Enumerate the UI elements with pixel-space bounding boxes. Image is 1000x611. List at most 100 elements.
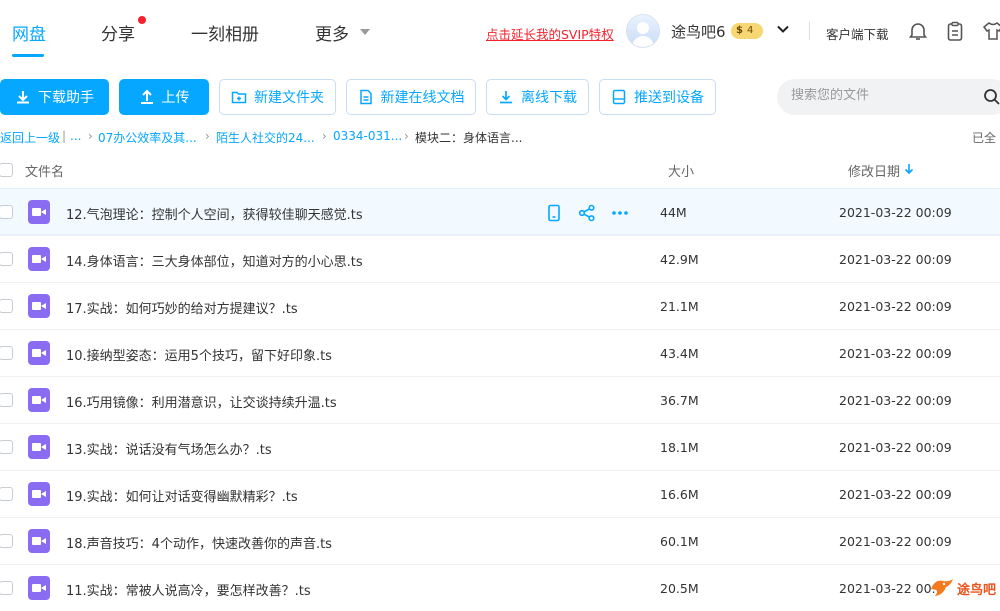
select-all-checkbox[interactable] <box>0 163 13 177</box>
breadcrumb-separator: › <box>88 129 93 143</box>
video-file-icon <box>28 482 50 506</box>
new-folder-label: 新建文件夹 <box>254 90 324 106</box>
file-row[interactable]: 17.实战：如何巧妙的给对方提建议？.ts 21.1M 2021-03-22 0… <box>0 282 1000 329</box>
breadcrumb-back[interactable]: 返回上一级 <box>0 129 60 146</box>
breadcrumb-item-3[interactable]: 0334-031... <box>333 129 402 143</box>
breadcrumb-separator: › <box>404 129 409 143</box>
file-name[interactable]: 19.实战：如何让对话变得幽默精彩？.ts <box>66 486 298 505</box>
sort-desc-icon[interactable] <box>904 163 914 175</box>
column-name-header[interactable]: 文件名 <box>25 161 64 180</box>
row-checkbox[interactable] <box>0 252 13 266</box>
file-size: 16.6M <box>660 487 699 502</box>
search-icon[interactable] <box>983 88 1000 106</box>
send-to-device-icon[interactable] <box>544 203 564 223</box>
file-date: 2021-03-22 00:09 <box>839 205 952 220</box>
video-file-icon <box>28 341 50 365</box>
shirt-icon[interactable] <box>982 20 1000 42</box>
breadcrumb-current: 模块二：身体语言... <box>415 131 523 145</box>
video-file-icon <box>28 200 50 224</box>
upload-label: 上传 <box>161 90 190 106</box>
client-download-link[interactable]: 客户端下载 <box>826 24 889 43</box>
file-name[interactable]: 13.实战：说话没有气场怎么办？.ts <box>66 439 272 458</box>
file-date: 2021-03-22 00:09 <box>839 252 952 267</box>
row-checkbox[interactable] <box>0 346 13 360</box>
new-online-doc-label: 新建在线文档 <box>380 90 465 106</box>
top-navigation: 网盘 分享 一刻相册 更多 点击延长我的SVIP特权 途鸟吧6 $4 客户端下载 <box>0 0 1000 64</box>
file-date: 2021-03-22 00:09 <box>839 487 952 502</box>
breadcrumb-divider: | <box>62 129 67 143</box>
new-folder-button[interactable]: 新建文件夹 <box>219 79 336 115</box>
file-row[interactable]: 10.接纳型姿态：运用5个技巧，留下好印象.ts 43.4M 2021-03-2… <box>0 329 1000 376</box>
bell-icon[interactable] <box>907 20 929 42</box>
video-file-icon <box>28 576 50 600</box>
breadcrumb-separator: › <box>205 129 210 143</box>
username[interactable]: 途鸟吧6 <box>671 21 726 42</box>
chevron-down-icon[interactable] <box>776 22 790 36</box>
download-icon <box>17 91 29 104</box>
device-icon <box>612 89 626 105</box>
search-box <box>777 79 1000 115</box>
file-name[interactable]: 10.接纳型姿态：运用5个技巧，留下好印象.ts <box>66 345 332 364</box>
row-checkbox[interactable] <box>0 205 13 219</box>
toolbar: 下载助手 上传 新建文件夹 新建在线文档 离线下载 推送到设备 <box>0 79 1000 115</box>
upload-icon <box>140 89 153 104</box>
selected-status: 已全 <box>972 131 997 145</box>
upload-button[interactable]: 上传 <box>119 79 209 115</box>
file-row[interactable]: 19.实战：如何让对话变得幽默精彩？.ts 16.6M 2021-03-22 0… <box>0 470 1000 517</box>
file-name[interactable]: 14.身体语言：三大身体部位，知道对方的小心思.ts <box>66 251 363 270</box>
video-file-icon <box>28 247 50 271</box>
row-checkbox[interactable] <box>0 487 13 501</box>
download-helper-label: 下载助手 <box>38 90 94 106</box>
tab-more[interactable]: 更多 <box>315 20 349 45</box>
file-name[interactable]: 17.实战：如何巧妙的给对方提建议？.ts <box>66 298 298 317</box>
file-row[interactable]: 16.巧用镜像：利用潜意识，让交谈持续升温.ts 36.7M 2021-03-2… <box>0 376 1000 423</box>
file-size: 36.7M <box>660 393 699 408</box>
watermark-logo: 途鸟吧 <box>929 576 999 600</box>
tab-netdisk[interactable]: 网盘 <box>12 20 46 45</box>
svip-promo-link[interactable]: 点击延长我的SVIP特权 <box>486 24 614 43</box>
file-name[interactable]: 12.气泡理论：控制个人空间，获得较佳聊天感觉.ts <box>66 204 363 223</box>
clipboard-icon[interactable] <box>944 20 966 42</box>
breadcrumb-ellipsis[interactable]: ... <box>70 129 81 143</box>
file-date: 2021-03-22 00:09 <box>839 534 952 549</box>
file-date: 2021-03-22 00:09 <box>839 346 952 361</box>
breadcrumb-item-1[interactable]: 07办公效率及其... <box>98 129 197 146</box>
row-checkbox[interactable] <box>0 299 13 313</box>
push-to-device-button[interactable]: 推送到设备 <box>599 79 716 115</box>
file-date: 2021-03-22 00:09 <box>839 299 952 314</box>
push-to-device-label: 推送到设备 <box>634 90 704 106</box>
file-name[interactable]: 18.声音技巧：4个动作，快速改善你的声音.ts <box>66 533 332 552</box>
video-file-icon <box>28 435 50 459</box>
file-size: 43.4M <box>660 346 699 361</box>
file-row[interactable]: 13.实战：说话没有气场怎么办？.ts 18.1M 2021-03-22 00:… <box>0 423 1000 470</box>
breadcrumb-item-2[interactable]: 陌生人社交的24... <box>216 129 315 146</box>
offline-download-button[interactable]: 离线下载 <box>486 79 589 115</box>
file-row[interactable]: 18.声音技巧：4个动作，快速改善你的声音.ts 60.1M 2021-03-2… <box>0 517 1000 564</box>
row-checkbox[interactable] <box>0 393 13 407</box>
row-checkbox[interactable] <box>0 440 13 454</box>
active-tab-indicator <box>12 54 44 57</box>
column-modified-header[interactable]: 修改日期 <box>848 161 900 180</box>
tab-moment-album[interactable]: 一刻相册 <box>191 20 259 45</box>
more-options-icon[interactable] <box>610 203 630 223</box>
new-online-doc-button[interactable]: 新建在线文档 <box>346 79 476 115</box>
share-icon[interactable] <box>577 203 597 223</box>
row-checkbox[interactable] <box>0 581 13 595</box>
download-helper-button[interactable]: 下载助手 <box>0 79 109 115</box>
breadcrumb-separator: › <box>322 129 327 143</box>
file-name[interactable]: 16.巧用镜像：利用潜意识，让交谈持续升温.ts <box>66 392 337 411</box>
file-name[interactable]: 11.实战：常被人说高冷，要怎样改善？.ts <box>66 580 311 599</box>
tab-share[interactable]: 分享 <box>101 20 135 45</box>
column-size-header[interactable]: 大小 <box>668 161 694 180</box>
avatar[interactable] <box>626 14 660 48</box>
file-date: 2021-03-22 00:0 <box>839 581 944 596</box>
file-row[interactable]: 12.气泡理论：控制个人空间，获得较佳聊天感觉.ts 44M 2021-03-2… <box>0 188 1000 235</box>
file-row[interactable]: 14.身体语言：三大身体部位，知道对方的小心思.ts 42.9M 2021-03… <box>0 235 1000 282</box>
vip-level: 4 <box>747 25 754 36</box>
file-list-header: 文件名 大小 修改日期 <box>0 152 1000 188</box>
file-size: 18.1M <box>660 440 699 455</box>
row-checkbox[interactable] <box>0 534 13 548</box>
file-date: 2021-03-22 00:09 <box>839 440 952 455</box>
search-input[interactable] <box>791 88 971 103</box>
offline-download-icon <box>500 91 512 104</box>
